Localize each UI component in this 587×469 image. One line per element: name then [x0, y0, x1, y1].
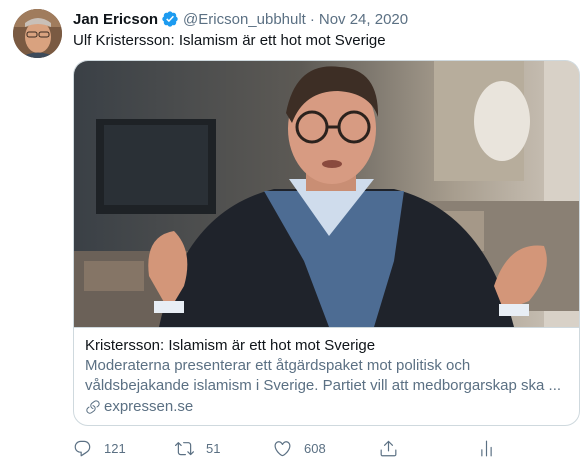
- analytics-icon: [481, 440, 492, 456]
- tweet[interactable]: Jan Ericson @Ericson_ubbhult · Nov 24, 2…: [0, 0, 587, 469]
- card-domain-text[interactable]: expressen.se: [104, 397, 193, 417]
- share-icon: [380, 440, 397, 456]
- retweet-icon: [175, 441, 194, 455]
- reply-count: 121: [104, 440, 126, 456]
- link-card[interactable]: Kristersson: Islamism är ett hot mot Sve…: [73, 60, 580, 426]
- card-body[interactable]: Kristersson: Islamism är ett hot mot Sve…: [85, 336, 569, 417]
- avatar-image: [13, 9, 62, 58]
- like-count: 608: [304, 440, 326, 456]
- reply-icon: [74, 440, 91, 456]
- tweet-date[interactable]: Nov 24, 2020: [319, 11, 408, 28]
- reply-button[interactable]: 121: [73, 436, 126, 460]
- analytics-button[interactable]: [477, 436, 508, 460]
- like-icon: [274, 440, 291, 456]
- retweet-count: 51: [206, 440, 221, 456]
- separator-dot: ·: [309, 10, 315, 28]
- user-handle[interactable]: @Ericson_ubbhult: [183, 11, 306, 28]
- card-image[interactable]: [74, 61, 579, 328]
- tweet-header: Jan Ericson @Ericson_ubbhult · Nov 24, 2…: [73, 9, 408, 29]
- verified-badge-icon: [162, 11, 178, 27]
- share-button[interactable]: [379, 436, 410, 460]
- tweet-actions: 121 51 608: [70, 436, 500, 460]
- avatar[interactable]: [13, 9, 62, 58]
- card-title: Kristersson: Islamism är ett hot mot Sve…: [85, 337, 376, 354]
- like-button[interactable]: 608: [273, 436, 326, 460]
- link-icon: [86, 400, 100, 414]
- card-domain: expressen.se: [85, 397, 569, 417]
- display-name[interactable]: Jan Ericson: [73, 11, 158, 28]
- retweet-button[interactable]: 51: [175, 436, 220, 460]
- tweet-text: Ulf Kristersson: Islamism är ett hot mot…: [73, 32, 386, 49]
- news-photo-image: [74, 61, 579, 327]
- card-description: Moderaterna presenterar ett åtgärdspaket…: [85, 357, 562, 394]
